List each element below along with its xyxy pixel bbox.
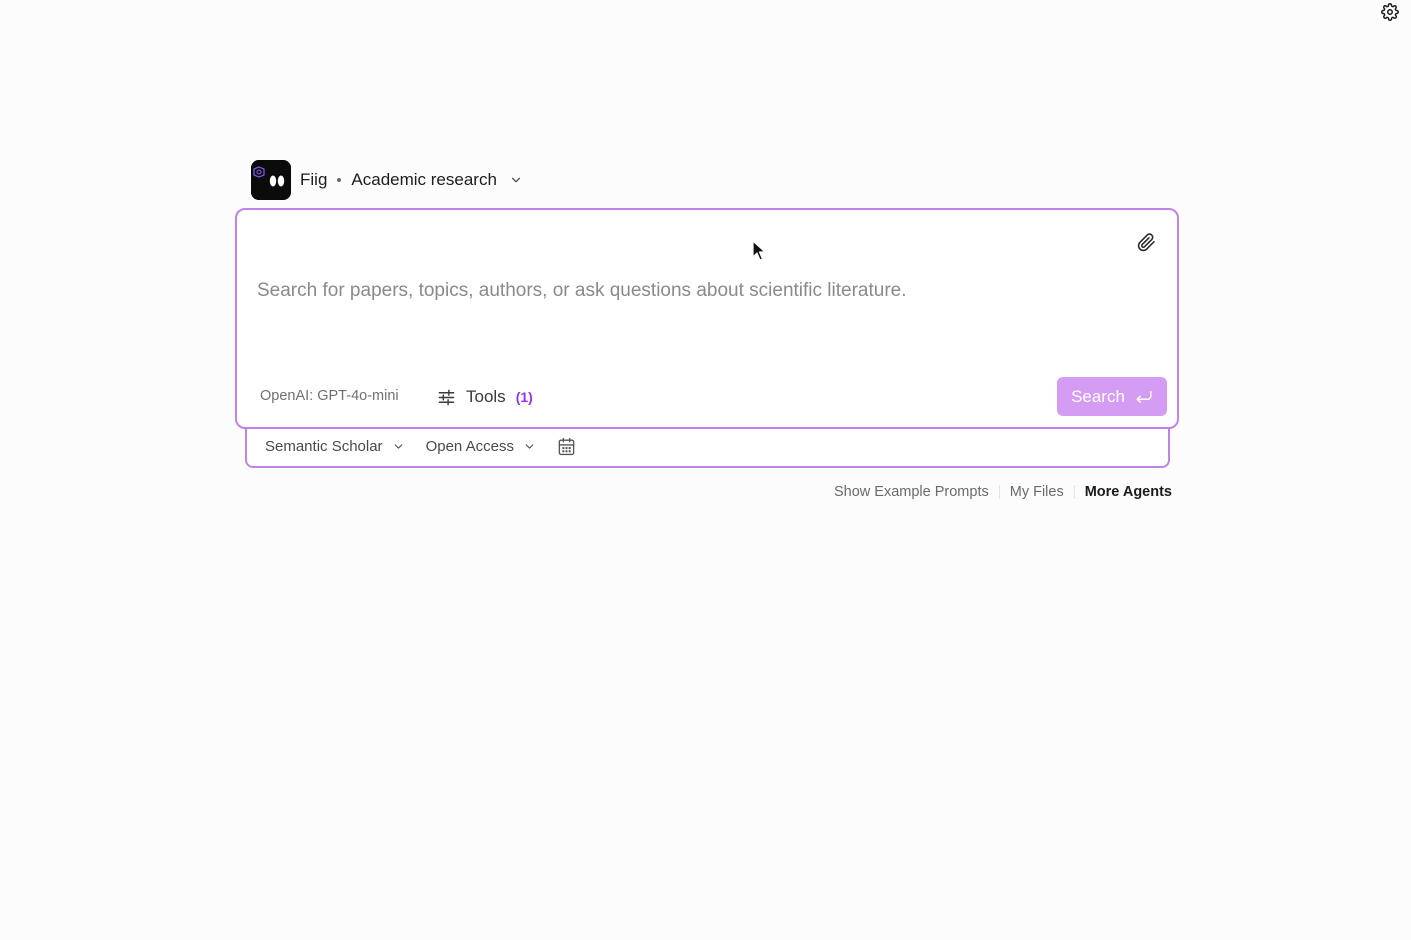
settings-button[interactable]: [1379, 1, 1401, 23]
agent-header: Fiig Academic research: [251, 160, 523, 200]
calendar-icon: [558, 437, 575, 455]
sliders-icon: [438, 389, 455, 405]
logo-mark-icon: [251, 160, 291, 200]
fiig-logo: [251, 160, 291, 200]
divider: [1073, 485, 1075, 499]
search-submit-label: Search: [1071, 386, 1125, 406]
source-filter-dropdown[interactable]: Semantic Scholar: [265, 438, 405, 455]
enter-icon: [1135, 389, 1153, 405]
tools-count-badge: (1): [515, 389, 533, 405]
search-input[interactable]: [257, 276, 1117, 306]
model-selector[interactable]: OpenAI: GPT-4o-mini: [260, 388, 399, 404]
date-filter-button[interactable]: [557, 437, 576, 456]
separator-dot: [337, 178, 342, 182]
tools-button[interactable]: Tools (1): [437, 384, 533, 410]
footer-links: Show Example Prompts My Files More Agent…: [834, 484, 1172, 500]
search-submit-button[interactable]: Search: [1057, 377, 1167, 416]
agent-name: Fiig: [300, 170, 328, 189]
my-files-link[interactable]: My Files: [1010, 484, 1064, 500]
show-example-prompts-link[interactable]: Show Example Prompts: [834, 484, 989, 500]
access-filter-label: Open Access: [425, 437, 514, 455]
access-filter-dropdown[interactable]: Open Access: [426, 438, 536, 455]
gear-icon: [1381, 3, 1399, 21]
tools-label: Tools: [466, 387, 506, 406]
search-box: OpenAI: GPT-4o-mini Tools (1) Search: [235, 208, 1179, 429]
paperclip-icon: [1137, 232, 1155, 251]
more-agents-link[interactable]: More Agents: [1085, 484, 1172, 500]
divider: [998, 485, 1000, 499]
source-filter-label: Semantic Scholar: [265, 437, 383, 455]
chevron-down-icon: [392, 440, 405, 453]
chevron-down-icon: [523, 440, 536, 453]
filter-bar: Semantic Scholar Open Access: [245, 426, 1170, 468]
chevron-down-icon: [511, 177, 521, 183]
attach-file-button[interactable]: [1135, 231, 1157, 253]
agent-mode-label[interactable]: Academic research: [351, 170, 497, 190]
mode-dropdown-toggle[interactable]: [509, 173, 523, 187]
